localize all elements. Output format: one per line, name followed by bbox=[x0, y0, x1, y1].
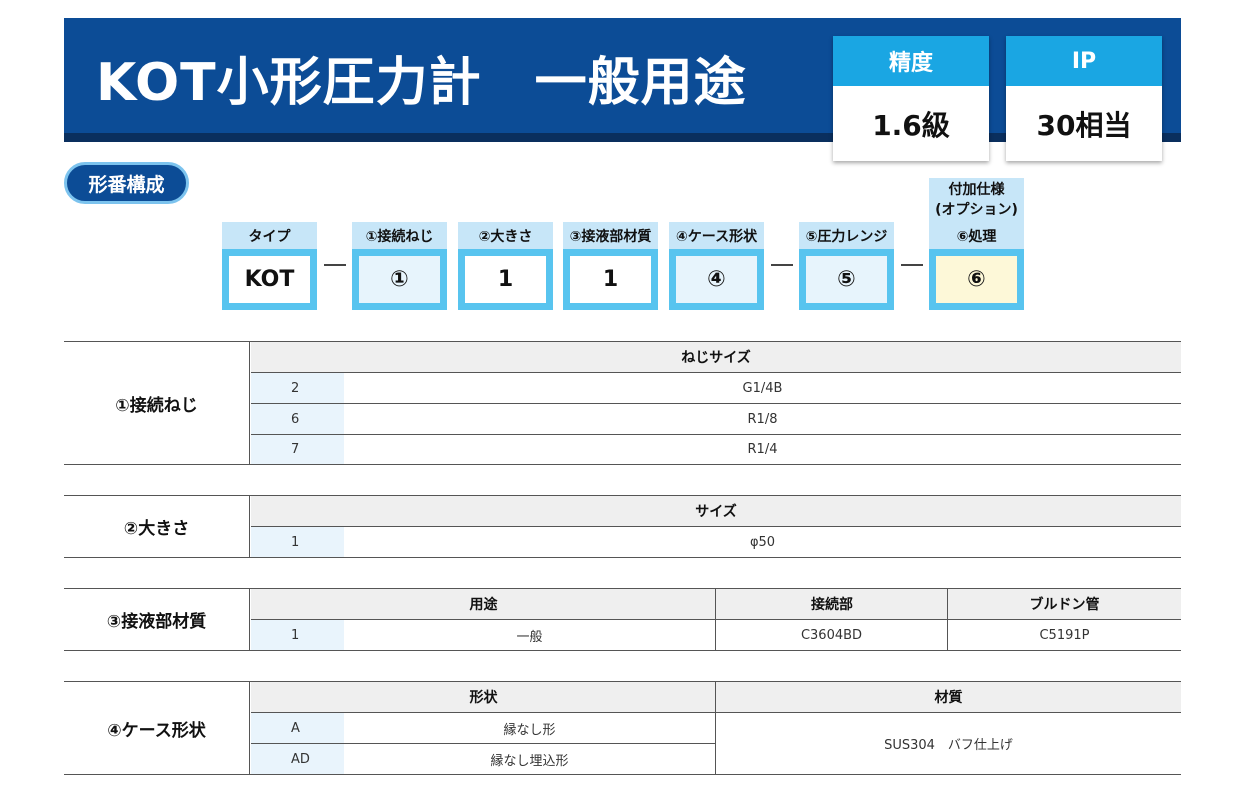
table-cell: φ50 bbox=[749, 534, 776, 550]
code-label: ④ケース形状 bbox=[669, 222, 764, 249]
ip-label: IP bbox=[1006, 36, 1162, 86]
code-value: 1 bbox=[465, 256, 546, 303]
code-label: ①接続ねじ bbox=[352, 222, 447, 249]
thread-table: ①接続ねじ ねじサイズ 2 G1/4B 6 R1/8 7 R1/4 bbox=[64, 341, 1181, 465]
table-cell: R1/4 bbox=[747, 442, 778, 457]
dash-separator bbox=[771, 264, 793, 266]
code-col-range: ⑤圧力レンジ ⑤ bbox=[799, 222, 894, 310]
column-header: ねじサイズ bbox=[251, 342, 1181, 373]
option-header: 付加仕様 (オプション) bbox=[929, 178, 1024, 222]
size-table: ②大きさ サイズ 1 φ50 bbox=[64, 495, 1181, 558]
code-col-type: タイプ KOT bbox=[222, 222, 317, 310]
code-col-material: ③接液部材質 1 bbox=[563, 222, 658, 310]
table-cell: C3604BD bbox=[800, 627, 863, 643]
table-label: ②大きさ bbox=[64, 496, 250, 557]
table-label: ③接液部材質 bbox=[64, 589, 250, 650]
ip-value: 30相当 bbox=[1036, 108, 1132, 142]
table-cell-code: A bbox=[251, 713, 344, 743]
code-label: ③接液部材質 bbox=[563, 222, 658, 249]
ip-spec-box: IP 30相当 bbox=[1006, 36, 1162, 161]
code-label: ⑥処理 bbox=[929, 222, 1024, 249]
table-cell: 縁なし形 bbox=[503, 722, 556, 738]
code-value: 1 bbox=[570, 256, 651, 303]
accuracy-spec-box: 精度 1.6級 bbox=[833, 36, 989, 161]
table-cell: 縁なし埋込形 bbox=[490, 753, 569, 769]
accuracy-value: 1.6級 bbox=[872, 108, 950, 142]
page-title: KOT小形圧力計 一般用途 bbox=[96, 53, 747, 113]
column-header: サイズ bbox=[251, 496, 1181, 527]
code-label: ⑤圧力レンジ bbox=[799, 222, 894, 249]
table-cell: 一般 bbox=[516, 629, 543, 645]
table-cell-code: 6 bbox=[251, 404, 344, 434]
column-header: 形状 bbox=[251, 682, 716, 713]
code-col-case: ④ケース形状 ④ bbox=[669, 222, 764, 310]
code-col-treatment: ⑥処理 ⑥ bbox=[929, 222, 1024, 310]
table-cell-code: 2 bbox=[251, 373, 344, 403]
table-cell: R1/8 bbox=[747, 411, 778, 427]
code-value: ⑥ bbox=[936, 256, 1017, 303]
table-cell: C5191P bbox=[1039, 627, 1090, 643]
table-cell-code: AD bbox=[251, 744, 344, 774]
section-pill: 形番構成 bbox=[64, 162, 189, 204]
code-col-size: ②大きさ 1 bbox=[458, 222, 553, 310]
accuracy-label: 精度 bbox=[833, 36, 989, 86]
table-cell-code: 1 bbox=[251, 620, 344, 650]
code-value: ① bbox=[359, 256, 440, 303]
column-header: ブルドン管 bbox=[948, 589, 1181, 620]
code-value: ⑤ bbox=[806, 256, 887, 303]
code-label: ②大きさ bbox=[458, 222, 553, 249]
table-cell: G1/4B bbox=[742, 380, 783, 396]
table-cell: SUS304 バフ仕上げ bbox=[884, 738, 1013, 753]
table-label: ①接続ねじ bbox=[64, 342, 250, 464]
code-col-thread: ①接続ねじ ① bbox=[352, 222, 447, 310]
dash-separator bbox=[324, 264, 346, 266]
code-value: KOT bbox=[229, 256, 310, 303]
code-label: タイプ bbox=[222, 222, 317, 249]
code-value: ④ bbox=[676, 256, 757, 303]
dash-separator bbox=[901, 264, 923, 266]
table-cell-code: 1 bbox=[251, 527, 344, 557]
material-table: ③接液部材質 用途 接続部 ブルドン管 1 一般 C3604BD C5191P bbox=[64, 588, 1181, 651]
column-header: 接続部 bbox=[716, 589, 948, 620]
column-header: 用途 bbox=[251, 589, 716, 620]
option-header-line1: 付加仕様 bbox=[948, 182, 1005, 198]
option-header-line2: (オプション) bbox=[935, 202, 1018, 218]
column-header: 材質 bbox=[716, 682, 1181, 713]
table-cell-code: 7 bbox=[251, 435, 344, 464]
case-table: ④ケース形状 形状 材質 A 縁なし形 AD 縁なし埋込形 SUS304 バフ仕… bbox=[64, 681, 1181, 775]
table-label: ④ケース形状 bbox=[64, 682, 250, 774]
